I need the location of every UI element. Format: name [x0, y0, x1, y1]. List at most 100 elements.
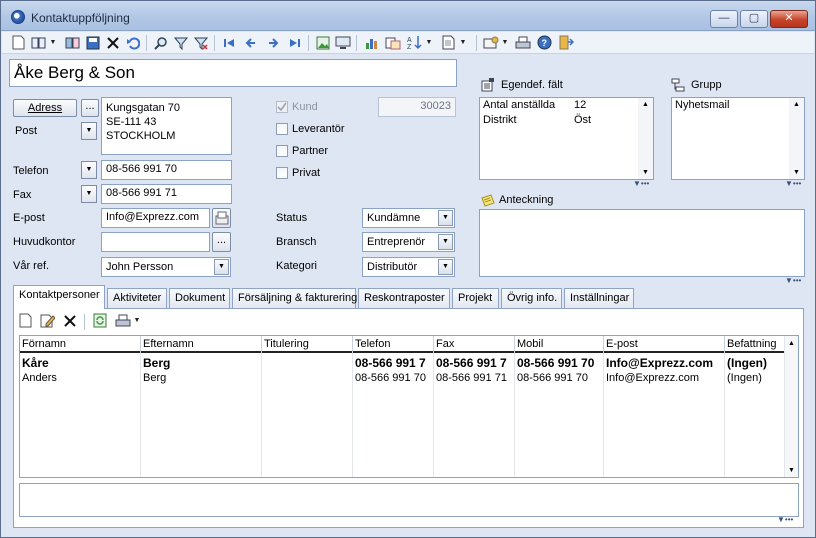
chevron-down-icon[interactable]: ▼ — [214, 259, 229, 275]
address-type-dropdown[interactable]: ▼ — [81, 122, 97, 140]
column-header-telefon[interactable]: Telefon — [353, 336, 434, 353]
document-icon[interactable] — [440, 34, 457, 51]
print-dropdown-icon[interactable]: ▼ — [132, 312, 142, 329]
contacts-table[interactable]: Förnamn Efternamn Titulering Telefon Fax… — [19, 335, 799, 478]
tab-ovrig-info[interactable]: Övrig info. — [501, 288, 562, 308]
undo-icon[interactable] — [124, 34, 141, 51]
cell-mobil: 08-566 991 70 — [517, 356, 595, 370]
settings-dropdown-icon[interactable]: ▼ — [500, 34, 510, 51]
column-header-efternamn[interactable]: Efternamn — [141, 336, 262, 353]
fax-type-dropdown[interactable]: ▼ — [81, 185, 97, 203]
toolbar: ▼ AZ ▼ ▼ ▼ ? — [2, 32, 814, 54]
note-expand-icon[interactable]: ▼••• — [785, 276, 801, 285]
column-header-fax[interactable]: Fax — [434, 336, 515, 353]
previous-record-icon[interactable] — [242, 34, 259, 51]
tab-installningar[interactable]: Inställningar — [564, 288, 634, 308]
phone-type-dropdown[interactable]: ▼ — [81, 161, 97, 179]
tab-projekt[interactable]: Projekt — [452, 288, 499, 308]
custom-fields-expand-icon[interactable]: ▼••• — [633, 179, 649, 188]
custom-fields-scrollbar[interactable]: ▲ ▼ — [638, 98, 653, 179]
leverantor-checkbox[interactable] — [276, 123, 288, 135]
bransch-select[interactable]: Entreprenör ▼ — [362, 232, 455, 252]
privat-checkbox[interactable] — [276, 167, 288, 179]
contacts-scrollbar[interactable]: ▲ ▼ — [784, 336, 798, 477]
group-scrollbar[interactable]: ▲ ▼ — [789, 98, 804, 179]
kategori-select[interactable]: Distributör ▼ — [362, 257, 455, 277]
monitor-icon[interactable] — [334, 34, 351, 51]
clear-filter-icon[interactable] — [192, 34, 209, 51]
minimize-button[interactable]: — — [710, 10, 738, 28]
custom-fields-list[interactable]: Antal anställda 12 Distrikt Öst ▲ ▼ — [479, 97, 654, 180]
sort-dropdown-icon[interactable]: ▼ — [424, 34, 434, 51]
first-record-icon[interactable] — [220, 34, 237, 51]
phone-field[interactable]: 08-566 991 70 — [101, 160, 232, 180]
group-item[interactable]: Nyhetsmail — [675, 99, 729, 111]
cell-fornamn: Anders — [22, 372, 57, 384]
chevron-down-icon[interactable]: ▼ — [438, 210, 453, 226]
maximize-button[interactable]: ▢ — [740, 10, 768, 28]
our-ref-select[interactable]: John Persson ▼ — [101, 257, 231, 277]
refresh-icon[interactable] — [91, 312, 108, 329]
column-header-fornamn[interactable]: Förnamn — [20, 336, 141, 353]
fax-field[interactable]: 08-566 991 71 — [101, 184, 232, 204]
help-icon[interactable]: ? — [536, 34, 553, 51]
cell-efternamn: Berg — [143, 356, 171, 370]
books-icon[interactable] — [64, 34, 81, 51]
print-icon[interactable] — [514, 34, 531, 51]
save-icon[interactable] — [84, 34, 101, 51]
tab-kontaktpersoner[interactable]: Kontaktpersoner — [13, 285, 105, 309]
group-list[interactable]: Nyhetsmail ▲ ▼ — [671, 97, 805, 180]
open-book-icon[interactable] — [30, 34, 47, 51]
status-label: Status — [276, 212, 308, 224]
search-icon[interactable] — [152, 34, 169, 51]
head-office-label: Huvudkontor — [13, 236, 76, 248]
group-expand-icon[interactable]: ▼••• — [785, 179, 801, 188]
send-email-button[interactable] — [212, 208, 231, 228]
address-button[interactable]: Adress — [13, 99, 77, 117]
chart-icon[interactable] — [362, 34, 379, 51]
open-dropdown-icon[interactable]: ▼ — [48, 34, 58, 51]
column-header-titulering[interactable]: Titulering — [262, 336, 353, 353]
cell-befattning: (Ingen) — [727, 356, 767, 370]
last-record-icon[interactable] — [286, 34, 303, 51]
picture-icon[interactable] — [314, 34, 331, 51]
tab-forsaljning[interactable]: Försäljning & fakturering — [232, 288, 357, 308]
chevron-down-icon[interactable]: ▼ — [438, 259, 453, 275]
head-office-field[interactable] — [101, 232, 210, 252]
edit-contact-icon[interactable] — [39, 312, 56, 329]
print-contacts-icon[interactable] — [114, 312, 131, 329]
contact-detail-box[interactable] — [19, 483, 799, 517]
phone-label: Telefon — [13, 165, 49, 177]
tab-dokument[interactable]: Dokument — [169, 288, 230, 308]
filter-icon[interactable] — [172, 34, 189, 51]
column-header-epost[interactable]: E-post — [604, 336, 725, 353]
email-field[interactable]: Info@Exprezz.com — [101, 208, 210, 228]
custom-fields-title: Egendef. fält — [501, 79, 563, 91]
note-textarea[interactable] — [479, 209, 805, 277]
sort-icon[interactable]: AZ — [406, 34, 423, 51]
contact-detail-expand-icon[interactable]: ▼••• — [777, 515, 793, 524]
partner-label: Partner — [292, 145, 329, 157]
partner-checkbox[interactable] — [276, 145, 288, 157]
address-more-button[interactable]: ... — [81, 99, 99, 117]
address-text[interactable]: Kungsgatan 70 SE-111 43 STOCKHOLM — [101, 97, 232, 155]
company-name-field[interactable]: Åke Berg & Son — [9, 59, 457, 87]
status-select[interactable]: Kundämne ▼ — [362, 208, 455, 228]
column-header-befattning[interactable]: Befattning — [725, 336, 785, 353]
settings-icon[interactable] — [482, 34, 499, 51]
close-button[interactable]: ✕ — [770, 10, 808, 28]
next-record-icon[interactable] — [264, 34, 281, 51]
new-contact-icon[interactable] — [17, 312, 34, 329]
column-header-mobil[interactable]: Mobil — [515, 336, 604, 353]
document-dropdown-icon[interactable]: ▼ — [458, 34, 468, 51]
exit-icon[interactable] — [558, 34, 575, 51]
delete-icon[interactable] — [104, 34, 121, 51]
cell-titulering — [262, 371, 352, 387]
tab-aktiviteter[interactable]: Aktiviteter — [107, 288, 167, 308]
report-icon[interactable] — [384, 34, 401, 51]
head-office-more-button[interactable]: ... — [212, 232, 231, 252]
chevron-down-icon[interactable]: ▼ — [438, 234, 453, 250]
tab-reskontraposter[interactable]: Reskontraposter — [358, 288, 450, 308]
delete-contact-icon[interactable] — [61, 312, 78, 329]
new-icon[interactable] — [10, 34, 27, 51]
